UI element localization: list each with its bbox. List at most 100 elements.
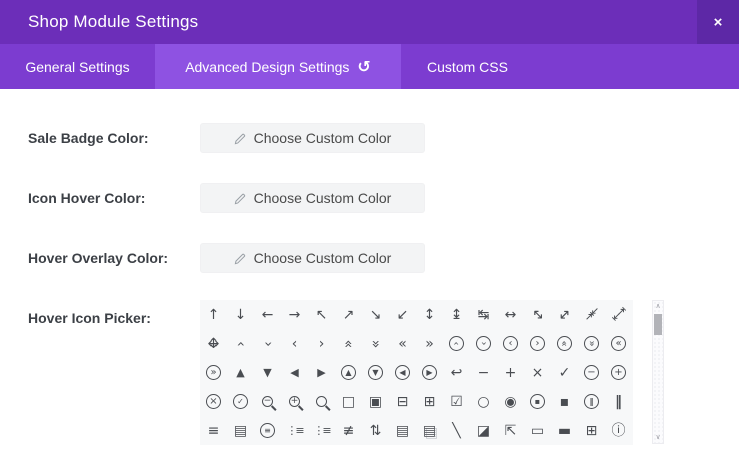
x-circle-icon[interactable]: × [200, 387, 227, 416]
chevron-right-circle-icon[interactable]: › [524, 329, 551, 358]
arrows-expand-icon[interactable]: ⇤⇥ [605, 300, 632, 329]
close-button[interactable]: × [697, 0, 739, 44]
chevrons-down-icon[interactable]: » [362, 329, 389, 358]
field-label-hover-icon-picker: Hover Icon Picker: [28, 308, 151, 328]
copy-documents-icon[interactable]: ▤ [416, 416, 443, 445]
arrow-left-right-icon[interactable]: ↔ [497, 300, 524, 329]
pencil-corner-icon[interactable]: ⇱ [497, 416, 524, 445]
document-icon[interactable]: ▤ [389, 416, 416, 445]
icon-grid: ↑↓←→↖↗↘↙↕↨↹↔↔↔⇥⇤⇤⇥↔↕››‹›»»«»››‹›»»«»▲▼◀▶… [200, 300, 633, 445]
circle-outline-icon[interactable]: ○ [470, 387, 497, 416]
choose-custom-color-button-hover-overlay[interactable]: Choose Custom Color [200, 243, 425, 273]
arrow-up-down-icon[interactable]: ↕ [416, 300, 443, 329]
arrow-up-right-icon[interactable]: ↗ [335, 300, 362, 329]
chevron-right-icon[interactable]: › [308, 329, 335, 358]
move-icon[interactable]: ↔↕ [200, 329, 227, 358]
triangle-down-icon[interactable]: ▼ [254, 358, 281, 387]
tab-general-settings[interactable]: General Settings [0, 44, 155, 89]
arrow-up-left-icon[interactable]: ↖ [308, 300, 335, 329]
square-plus-icon[interactable]: ⊞ [416, 387, 443, 416]
scroll-up-arrow-icon[interactable]: ∧ [655, 301, 660, 312]
arrow-down-left-icon[interactable]: ↙ [389, 300, 416, 329]
arrow-down-icon[interactable]: ↓ [227, 300, 254, 329]
arrow-right-icon[interactable]: → [281, 300, 308, 329]
chevrons-up-circle-icon[interactable]: » [551, 329, 578, 358]
field-label-sale-badge-color: Sale Badge Color: [28, 128, 149, 148]
field-label-hover-overlay-color: Hover Overlay Color: [28, 248, 168, 268]
triangle-down-circle-icon[interactable]: ▼ [362, 358, 389, 387]
folder-add-icon[interactable]: ⊞ [578, 416, 605, 445]
pause-icon[interactable]: ‖ [605, 387, 632, 416]
chevrons-down-circle-icon[interactable]: » [578, 329, 605, 358]
triangle-left-circle-icon[interactable]: ◀ [389, 358, 416, 387]
close-icon: × [714, 14, 723, 31]
pause-circle-icon[interactable]: ‖ [578, 387, 605, 416]
plus-icon[interactable]: + [497, 358, 524, 387]
sliders-vertical-icon[interactable]: ⇅ [362, 416, 389, 445]
chevrons-up-icon[interactable]: » [335, 329, 362, 358]
arrow-expand-nesw-icon[interactable]: ↔ [551, 300, 578, 329]
bullet-list-icon[interactable]: ⋮≡ [281, 416, 308, 445]
chevrons-right-circle-icon[interactable]: » [200, 358, 227, 387]
check-icon[interactable]: ✓ [551, 358, 578, 387]
pencil-square-icon[interactable]: ◪ [470, 416, 497, 445]
arrow-expand-nwse-icon[interactable]: ↔ [524, 300, 551, 329]
icon-picker-scrollbar[interactable]: ∧ ∨ [652, 300, 664, 444]
text-document-box-icon[interactable]: ▤ [227, 416, 254, 445]
triangle-up-circle-icon[interactable]: ▲ [335, 358, 362, 387]
triangle-right-icon[interactable]: ▶ [308, 358, 335, 387]
arrow-left-icon[interactable]: ← [254, 300, 281, 329]
triangle-up-icon[interactable]: ▲ [227, 358, 254, 387]
undo-arrow-icon[interactable]: ↩ [443, 358, 470, 387]
choose-custom-color-button-icon-hover[interactable]: Choose Custom Color [200, 183, 425, 213]
tab-custom-css[interactable]: Custom CSS [401, 44, 534, 89]
zoom-in-icon[interactable]: + [281, 387, 308, 416]
chevron-left-circle-icon[interactable]: ‹ [497, 329, 524, 358]
arrows-contract-icon[interactable]: ⇥⇤ [578, 300, 605, 329]
arrow-down-right-icon[interactable]: ↘ [362, 300, 389, 329]
x-icon[interactable]: × [524, 358, 551, 387]
radio-selected-icon[interactable]: ◉ [497, 387, 524, 416]
search-icon[interactable] [308, 387, 335, 416]
arrow-up-down-bar-icon[interactable]: ↨ [443, 300, 470, 329]
chevron-down-icon[interactable]: › [254, 329, 281, 358]
square-nested-icon[interactable]: ▣ [362, 387, 389, 416]
stop-icon[interactable]: ▪ [551, 387, 578, 416]
chevron-up-icon[interactable]: › [227, 329, 254, 358]
chevrons-left-icon[interactable]: « [389, 329, 416, 358]
chevrons-right-icon[interactable]: » [416, 329, 443, 358]
stop-circle-icon[interactable]: ▪ [524, 387, 551, 416]
triangle-right-circle-icon[interactable]: ▶ [416, 358, 443, 387]
folder-icon[interactable]: ▭ [524, 416, 551, 445]
reset-icon[interactable]: ↺ [357, 59, 370, 75]
minus-icon[interactable]: − [470, 358, 497, 387]
info-circle-icon[interactable]: ⓘ [605, 416, 632, 445]
triangle-left-icon[interactable]: ◀ [281, 358, 308, 387]
field-label-icon-hover-color: Icon Hover Color: [28, 188, 145, 208]
arrow-up-icon[interactable]: ↑ [200, 300, 227, 329]
scroll-down-arrow-icon[interactable]: ∨ [655, 432, 660, 443]
hamburger-circle-icon[interactable]: ≡ [254, 416, 281, 445]
chevron-down-circle-icon[interactable]: › [470, 329, 497, 358]
hamburger-menu-icon[interactable]: ≡ [200, 416, 227, 445]
arrow-left-right-bar-icon[interactable]: ↹ [470, 300, 497, 329]
sliders-horizontal-icon[interactable]: ≢ [335, 416, 362, 445]
choose-custom-color-button-sale-badge[interactable]: Choose Custom Color [200, 123, 425, 153]
square-outline-icon[interactable]: □ [335, 387, 362, 416]
minus-circle-icon[interactable]: − [578, 358, 605, 387]
folder-filled-icon[interactable]: ▬ [551, 416, 578, 445]
scrollbar-thumb[interactable] [654, 314, 662, 335]
square-minus-icon[interactable]: ⊟ [389, 387, 416, 416]
numbered-list-icon[interactable]: ⋮≡ [308, 416, 335, 445]
chevrons-left-circle-icon[interactable]: « [605, 329, 632, 358]
tab-advanced-design-settings[interactable]: Advanced Design Settings ↺ [155, 44, 401, 89]
pencil-icon[interactable]: ╲ [443, 416, 470, 445]
zoom-out-icon[interactable]: − [254, 387, 281, 416]
plus-circle-icon[interactable]: + [605, 358, 632, 387]
check-circle-icon[interactable]: ✓ [227, 387, 254, 416]
checkbox-checked-icon[interactable]: ☑ [443, 387, 470, 416]
chevron-left-icon[interactable]: ‹ [281, 329, 308, 358]
modal-title: Shop Module Settings [28, 0, 198, 44]
tab-label: General Settings [25, 59, 129, 75]
chevron-up-circle-icon[interactable]: › [443, 329, 470, 358]
